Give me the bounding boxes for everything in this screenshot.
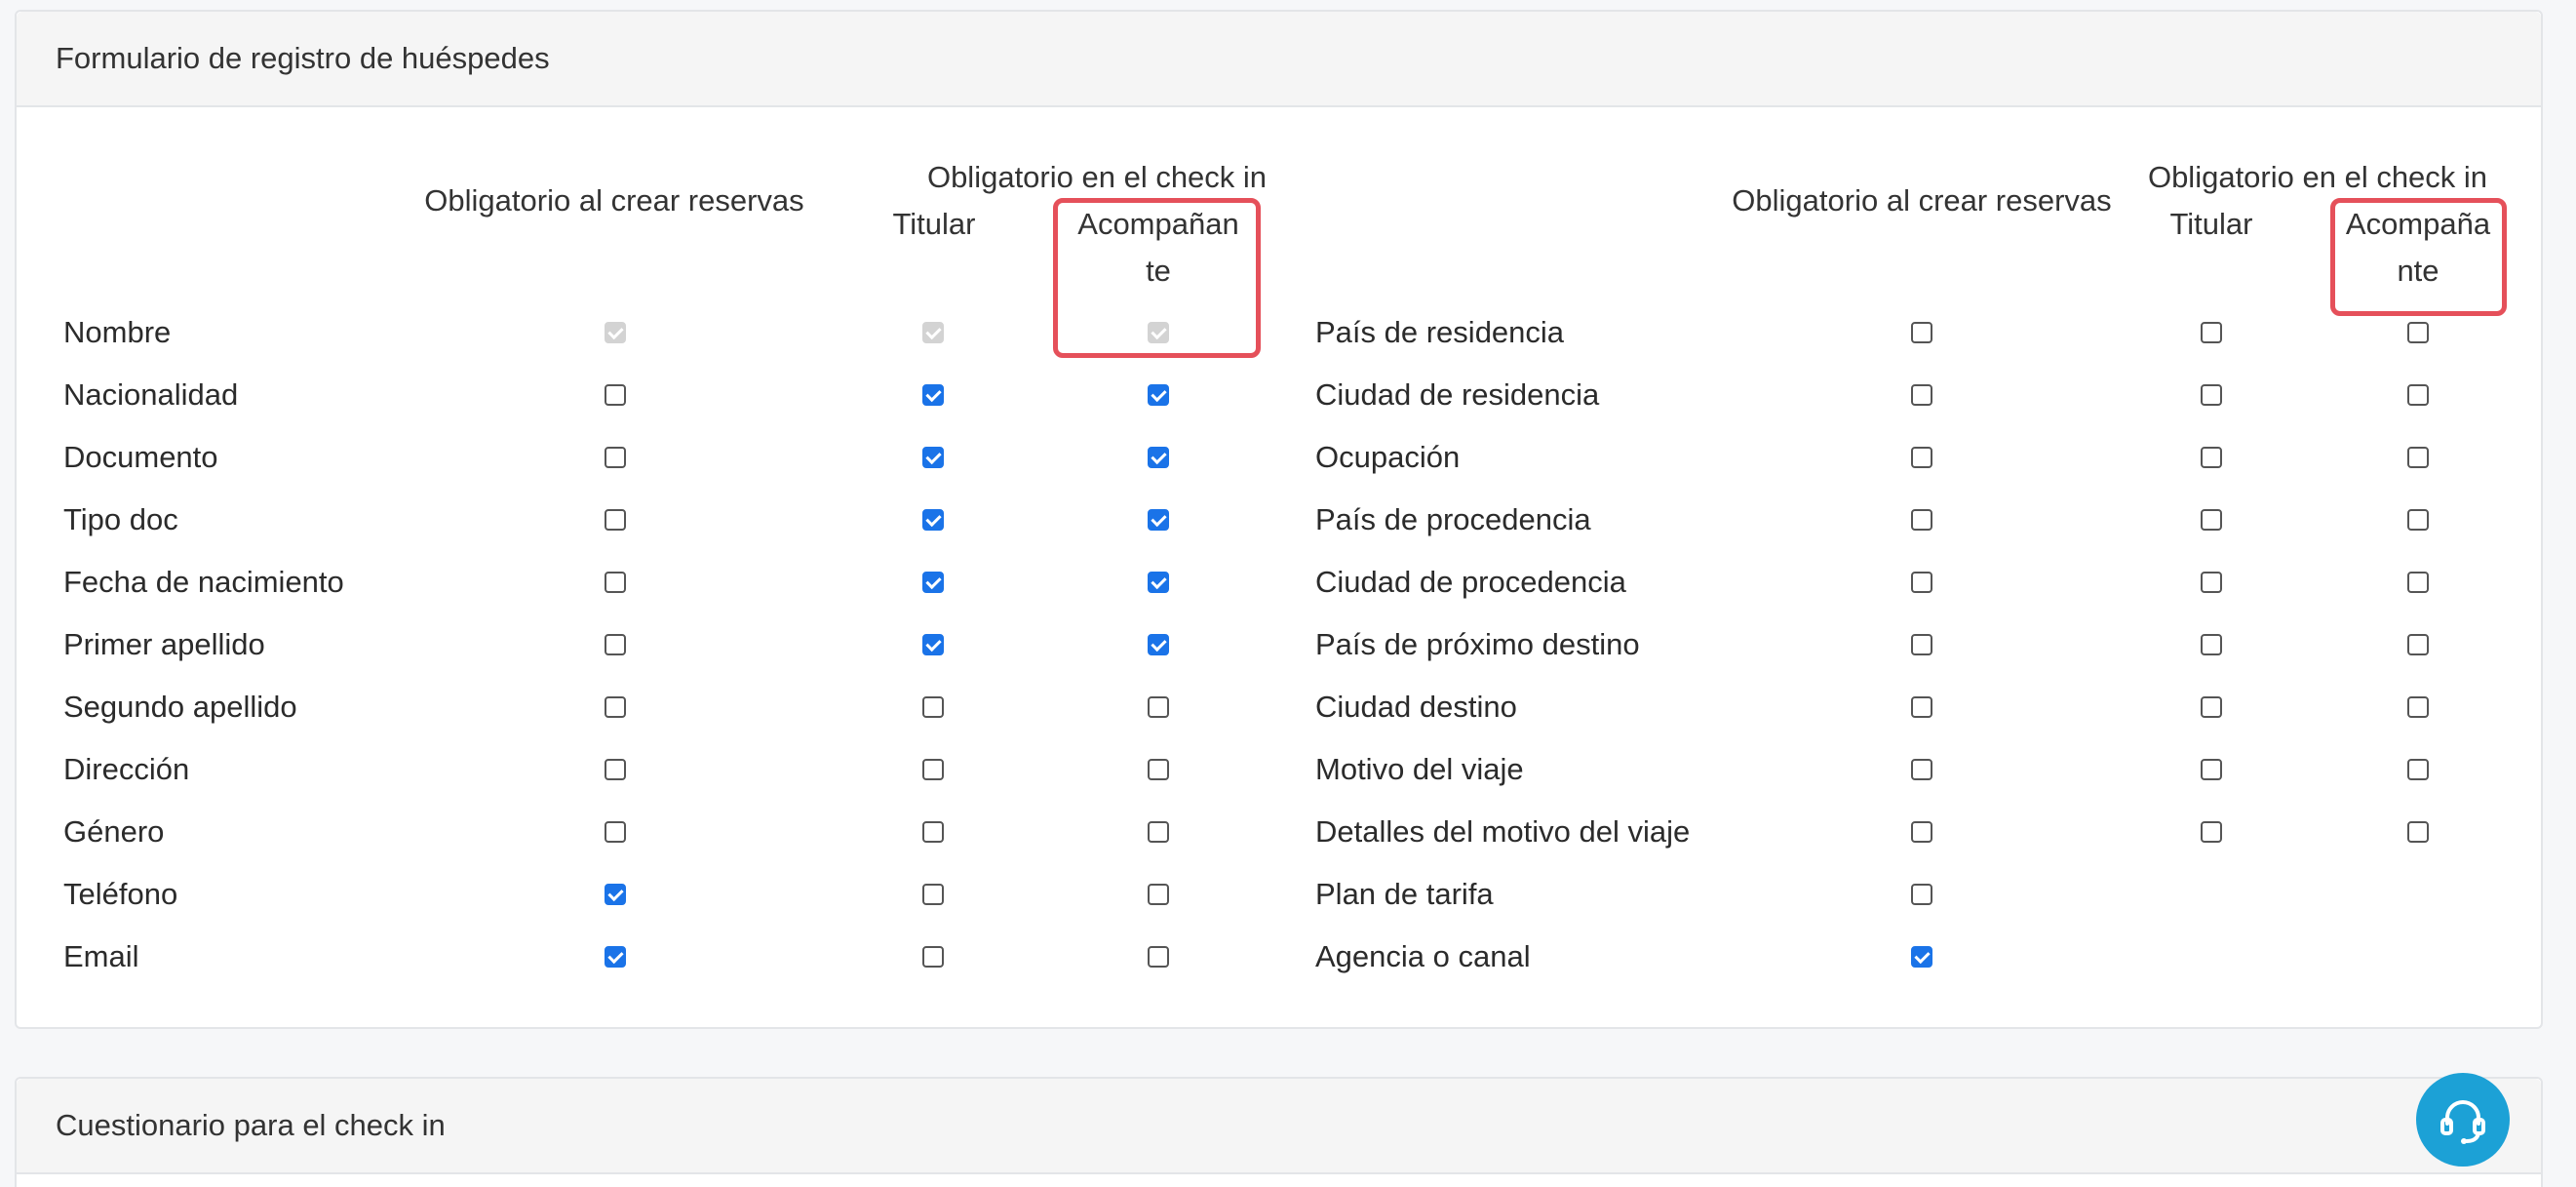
holder-checkbox[interactable] (2201, 447, 2222, 468)
field-label: Documento (63, 440, 218, 474)
panel-title: Cuestionario para el check in (17, 1079, 2541, 1174)
field-label: Segundo apellido (63, 690, 297, 724)
required-on-booking-checkbox[interactable] (1911, 384, 1932, 406)
required-on-booking-checkbox[interactable] (1911, 572, 1932, 593)
required-on-booking-checkbox[interactable] (605, 946, 626, 968)
required-on-booking-checkbox[interactable] (605, 509, 626, 531)
required-on-booking-checkbox[interactable] (1911, 884, 1932, 905)
holder-checkbox[interactable] (922, 946, 944, 968)
companion-checkbox[interactable] (1148, 572, 1169, 593)
holder-checkbox[interactable] (2201, 509, 2222, 531)
companion-checkbox (1148, 322, 1169, 343)
holder-checkbox[interactable] (2201, 759, 2222, 780)
header-holder: Titular (2169, 207, 2253, 241)
headset-icon (2440, 1100, 2485, 1144)
holder-checkbox[interactable] (922, 696, 944, 718)
required-on-booking-checkbox[interactable] (1911, 696, 1932, 718)
field-label: Ciudad de procedencia (1315, 565, 1626, 599)
companion-checkbox[interactable] (1148, 821, 1169, 843)
required-on-booking-checkbox (605, 322, 626, 343)
field-label: Nombre (63, 315, 172, 349)
required-on-booking-checkbox[interactable] (1911, 509, 1932, 531)
holder-checkbox[interactable] (922, 572, 944, 593)
holder-checkbox[interactable] (2201, 384, 2222, 406)
companion-checkbox[interactable] (2407, 447, 2429, 468)
field-label: Teléfono (63, 877, 178, 911)
holder-checkbox[interactable] (922, 447, 944, 468)
required-on-booking-checkbox[interactable] (605, 447, 626, 468)
holder-checkbox[interactable] (922, 884, 944, 905)
companion-checkbox[interactable] (2407, 509, 2429, 531)
companion-checkbox[interactable] (2407, 572, 2429, 593)
holder-checkbox (922, 322, 944, 343)
checkin-questionnaire-panel: Cuestionario para el check in (15, 1077, 2543, 1187)
holder-checkbox[interactable] (2201, 821, 2222, 843)
holder-checkbox[interactable] (922, 384, 944, 406)
field-label: Ocupación (1315, 440, 1461, 474)
header-required-on-checkin: Obligatorio en el check in (926, 160, 1268, 194)
companion-checkbox[interactable] (1148, 384, 1169, 406)
field-label: Detalles del motivo del viaje (1315, 814, 1691, 849)
required-on-booking-checkbox[interactable] (1911, 821, 1932, 843)
companion-checkbox[interactable] (1148, 759, 1169, 780)
companion-checkbox[interactable] (1148, 447, 1169, 468)
field-label: Agencia o canal (1315, 939, 1531, 973)
required-on-booking-checkbox[interactable] (1911, 946, 1932, 968)
companion-checkbox[interactable] (1148, 509, 1169, 531)
holder-checkbox[interactable] (2201, 634, 2222, 655)
required-on-booking-checkbox[interactable] (605, 884, 626, 905)
field-label: Tipo doc (63, 502, 178, 536)
companion-column-highlight (2330, 198, 2507, 316)
required-on-booking-checkbox[interactable] (605, 634, 626, 655)
field-label: Email (63, 939, 139, 973)
companion-checkbox[interactable] (2407, 696, 2429, 718)
panel-title: Formulario de registro de huéspedes (17, 12, 2541, 107)
field-label: País de residencia (1315, 315, 1565, 349)
required-on-booking-checkbox[interactable] (1911, 634, 1932, 655)
field-label: Primer apellido (63, 627, 265, 661)
holder-checkbox[interactable] (922, 509, 944, 531)
header-required-on-checkin: Obligatorio en el check in (2147, 160, 2488, 194)
header-required-on-booking: Obligatorio al crear reservas (424, 183, 804, 218)
field-label: Plan de tarifa (1315, 877, 1494, 911)
holder-checkbox[interactable] (922, 634, 944, 655)
required-on-booking-checkbox[interactable] (1911, 322, 1932, 343)
header-required-on-booking: Obligatorio al crear reservas (1732, 183, 2112, 218)
required-on-booking-checkbox[interactable] (1911, 759, 1932, 780)
holder-checkbox[interactable] (2201, 322, 2222, 343)
companion-checkbox[interactable] (2407, 322, 2429, 343)
companion-checkbox[interactable] (2407, 384, 2429, 406)
field-label: Ciudad de residencia (1315, 377, 1600, 412)
required-on-booking-checkbox[interactable] (605, 696, 626, 718)
required-on-booking-checkbox[interactable] (605, 384, 626, 406)
field-label: País de próximo destino (1315, 627, 1640, 661)
holder-checkbox[interactable] (2201, 572, 2222, 593)
companion-checkbox[interactable] (2407, 634, 2429, 655)
required-on-booking-checkbox[interactable] (605, 572, 626, 593)
required-on-booking-checkbox[interactable] (605, 759, 626, 780)
holder-checkbox[interactable] (2201, 696, 2222, 718)
field-label: Motivo del viaje (1315, 752, 1524, 786)
support-chat-button[interactable] (2416, 1073, 2510, 1167)
header-holder: Titular (892, 207, 976, 241)
field-label: Ciudad destino (1315, 690, 1517, 724)
field-label: Nacionalidad (63, 377, 239, 412)
required-on-booking-checkbox[interactable] (1911, 447, 1932, 468)
companion-checkbox[interactable] (1148, 634, 1169, 655)
companion-checkbox[interactable] (2407, 759, 2429, 780)
holder-checkbox[interactable] (922, 821, 944, 843)
field-label: Género (63, 814, 165, 849)
companion-checkbox[interactable] (1148, 884, 1169, 905)
field-label: Dirección (63, 752, 190, 786)
field-label: Fecha de nacimiento (63, 565, 344, 599)
companion-checkbox[interactable] (2407, 821, 2429, 843)
field-label: País de procedencia (1315, 502, 1591, 536)
companion-checkbox[interactable] (1148, 696, 1169, 718)
companion-checkbox[interactable] (1148, 946, 1169, 968)
holder-checkbox[interactable] (922, 759, 944, 780)
required-on-booking-checkbox[interactable] (605, 821, 626, 843)
